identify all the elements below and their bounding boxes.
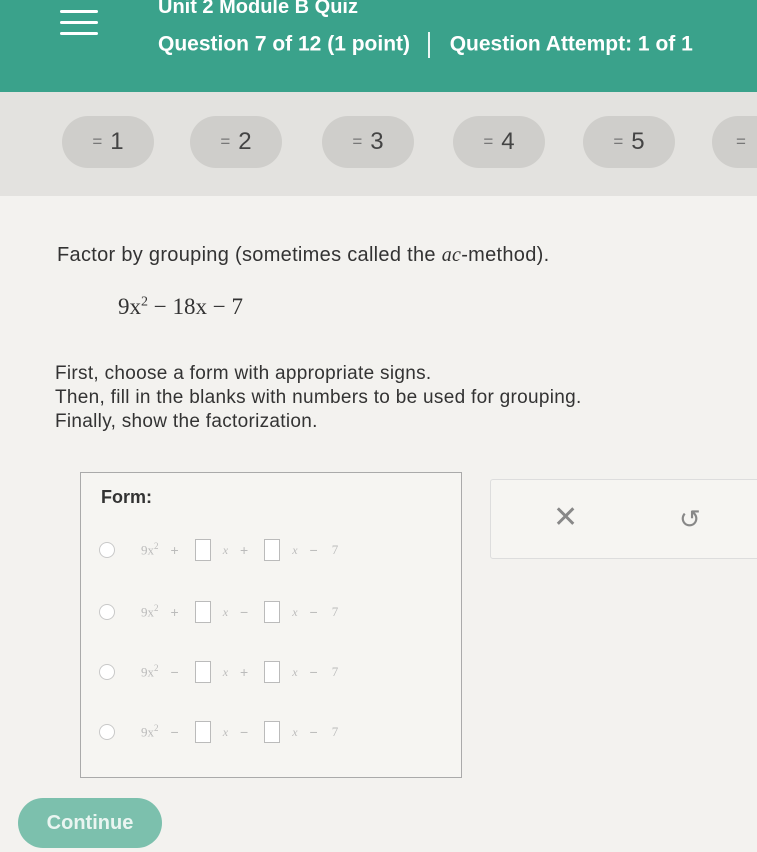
option-var: x — [222, 724, 229, 739]
question-button-5[interactable]: = 5 — [583, 116, 675, 168]
instruction-line: Then, fill in the blanks with numbers to… — [55, 387, 582, 408]
option-var: x — [222, 542, 229, 557]
blank-box[interactable] — [194, 661, 211, 683]
option-sign-1: − — [170, 724, 179, 740]
option-sign-2: − — [240, 604, 249, 620]
question-content: Factor by grouping (sometimes called the… — [0, 196, 757, 852]
equals-icon: = — [736, 132, 746, 151]
continue-button[interactable]: Continue — [18, 798, 162, 848]
option-sign-2: + — [240, 664, 249, 680]
radio-button[interactable] — [99, 542, 115, 558]
question-button-label: 2 — [238, 128, 252, 155]
option-sign-2: + — [240, 542, 249, 558]
question-prompt: Factor by grouping (sometimes called the… — [57, 244, 549, 267]
question-button-3[interactable]: = 3 — [322, 116, 414, 168]
hamburger-menu-icon[interactable] — [60, 10, 98, 36]
form-option-2[interactable]: 9x2 + x − x − 7 — [99, 597, 338, 627]
option-const-sign: − — [309, 542, 318, 558]
question-points: (1 point) — [327, 32, 411, 56]
option-var: x — [222, 604, 229, 619]
question-button-2[interactable]: = 2 — [190, 116, 282, 168]
equals-icon: = — [92, 132, 103, 151]
instruction-line: Finally, show the factorization. — [55, 411, 318, 432]
question-info: Question 7 of 12 (1 point) Question Atte… — [158, 32, 693, 58]
prompt-text: Factor by grouping (sometimes called the — [57, 244, 442, 266]
blank-box[interactable] — [194, 721, 211, 743]
header-divider — [427, 32, 430, 58]
form-label: Form: — [101, 487, 152, 507]
blank-box[interactable] — [264, 539, 281, 561]
option-const: 7 — [331, 604, 339, 619]
radio-button[interactable] — [99, 724, 115, 740]
equals-icon: = — [483, 132, 494, 151]
blank-box[interactable] — [264, 661, 281, 683]
header-bar: Unit 2 Module B Quiz Question 7 of 12 (1… — [0, 0, 757, 92]
question-button-label: 5 — [631, 128, 645, 155]
form-option-1[interactable]: 9x2 + x + x − 7 — [99, 535, 338, 565]
option-lead-term: 9x2 — [141, 541, 159, 558]
radio-button[interactable] — [99, 604, 115, 620]
prompt-text-end: -method). — [461, 244, 550, 266]
option-const-sign: − — [309, 724, 318, 740]
option-var: x — [222, 664, 229, 679]
option-const-sign: − — [309, 664, 318, 680]
expr-tail: − 18x − 7 — [148, 294, 243, 319]
option-lead-term: 9x2 — [141, 663, 159, 680]
question-attempt: Question Attempt: 1 of 1 — [449, 32, 693, 56]
option-sign-1: − — [170, 664, 179, 680]
answer-tools-panel: ✕ ↺ — [490, 479, 757, 559]
question-button-next[interactable]: = — [712, 116, 757, 168]
option-const: 7 — [331, 664, 339, 679]
question-button-label: 1 — [110, 128, 124, 155]
expr-lead-term: 9x — [118, 294, 141, 319]
option-var: x — [292, 664, 298, 679]
question-button-label: 3 — [370, 128, 384, 155]
blank-box[interactable] — [194, 601, 211, 623]
blank-box[interactable] — [264, 721, 281, 743]
undo-icon[interactable]: ↺ — [679, 504, 701, 535]
option-const-sign: − — [309, 604, 318, 620]
instructions: First, choose a form with appropriate si… — [55, 362, 582, 434]
option-var: x — [292, 604, 298, 619]
option-const: 7 — [331, 542, 339, 557]
polynomial-expression: 9x2 − 18x − 7 — [118, 294, 243, 320]
equals-icon: = — [613, 132, 624, 151]
equals-icon: = — [220, 132, 231, 151]
radio-button[interactable] — [99, 664, 115, 680]
equals-icon: = — [352, 132, 363, 151]
form-option-3[interactable]: 9x2 − x + x − 7 — [99, 657, 338, 687]
question-nav: = 1 = 2 = 3 = 4 = 5 = — [0, 92, 757, 196]
option-const: 7 — [331, 724, 339, 739]
option-sign-1: + — [170, 542, 179, 558]
form-selection-box: Form: 9x2 + x + x − 7 9x2 + x − x − 7 9x… — [80, 472, 462, 778]
option-var: x — [292, 724, 298, 739]
option-sign-2: − — [240, 724, 249, 740]
option-sign-1: + — [170, 604, 179, 620]
blank-box[interactable] — [194, 539, 211, 561]
question-button-label: 4 — [501, 128, 515, 155]
question-button-4[interactable]: = 4 — [453, 116, 545, 168]
prompt-ac: ac — [441, 244, 462, 266]
clear-icon[interactable]: ✕ — [553, 500, 578, 535]
option-lead-term: 9x2 — [141, 723, 159, 740]
instruction-line: First, choose a form with appropriate si… — [55, 363, 432, 384]
question-label: Question 7 of 12 — [158, 32, 322, 56]
expr-exponent: 2 — [141, 294, 148, 310]
option-var: x — [292, 542, 298, 557]
quiz-title: Unit 2 Module B Quiz — [158, 0, 358, 18]
form-option-4[interactable]: 9x2 − x − x − 7 — [99, 717, 338, 747]
blank-box[interactable] — [264, 601, 281, 623]
question-button-1[interactable]: = 1 — [62, 116, 154, 168]
option-lead-term: 9x2 — [141, 603, 159, 620]
